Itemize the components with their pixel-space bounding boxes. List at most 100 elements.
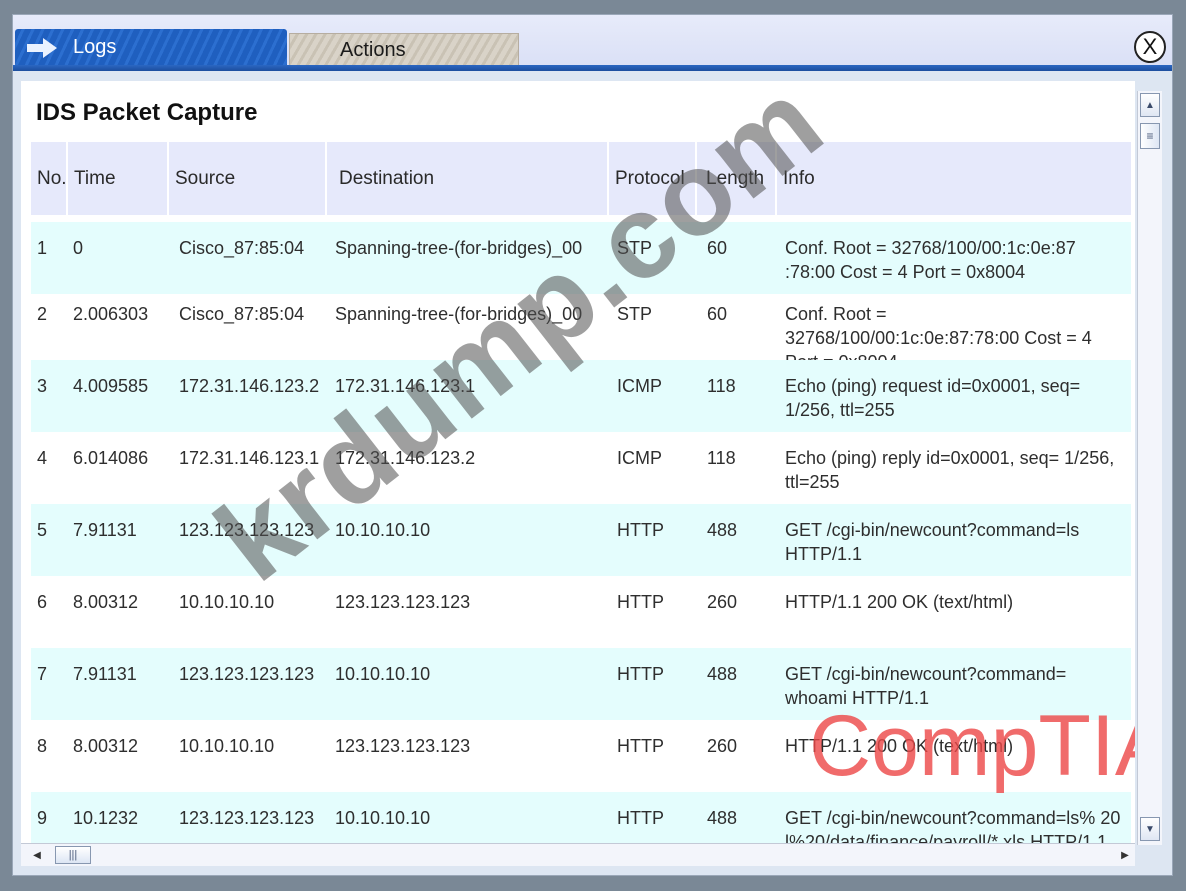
capture-panel: IDS Packet Capture No. Time Source Desti… <box>21 81 1135 843</box>
scroll-down-icon[interactable]: ▼ <box>1140 817 1160 841</box>
cell-time: 4.009585 <box>73 376 149 396</box>
cell-time: 7.91131 <box>73 664 137 684</box>
column-header-length[interactable]: Length <box>697 142 777 215</box>
cell-time: 8.00312 <box>73 736 139 756</box>
cell-source: 10.10.10.10 <box>179 592 275 612</box>
cell-source: Cisco_87:85:04 <box>179 304 305 324</box>
cell-length: 260 <box>707 736 738 756</box>
column-header-info[interactable]: Info <box>777 142 1131 215</box>
scroll-left-icon[interactable]: ◀ <box>27 846 47 864</box>
cell-length: 60 <box>707 238 728 258</box>
scroll-right-icon[interactable]: ▶ <box>1115 846 1135 864</box>
cell-no: 7 <box>37 664 48 684</box>
table-row[interactable]: 6 8.00312 10.10.10.10 123.123.123.123 HTTP 26… <box>31 576 1131 648</box>
cell-source: 123.123.123.123 <box>179 664 315 684</box>
cell-time: 2.006303 <box>73 304 149 324</box>
cell-destination: 172.31.146.123.2 <box>335 448 476 468</box>
cell-destination: 10.10.10.10 <box>335 808 431 828</box>
cell-protocol: HTTP <box>617 808 664 828</box>
cell-info: GET /cgi-bin/newcount?command=ls HTTP/1.… <box>785 520 1080 564</box>
page-title: IDS Packet Capture <box>36 99 258 126</box>
table-row[interactable]: 4 6.014086 172.31.146.123.1 172.31.146.123.… <box>31 432 1131 504</box>
table-row[interactable]: 1 0 Cisco_87:85:04 Spanning-tree-(for-bridg… <box>31 222 1131 294</box>
cell-protocol: STP <box>617 304 653 324</box>
cell-destination: 10.10.10.10 <box>335 664 431 684</box>
cell-info: Conf. Root = 32768/100/00:1c:0e:87 :78:0… <box>785 238 1076 282</box>
cell-length: 488 <box>707 808 738 828</box>
cell-no: 8 <box>37 736 48 756</box>
cell-info: Conf. Root = 32768/100/00:1c:0e:87:78:00… <box>785 304 1092 372</box>
cell-source: 123.123.123.123 <box>179 808 315 828</box>
tab-actions[interactable]: Actions <box>289 33 519 66</box>
cell-protocol: ICMP <box>617 448 662 468</box>
column-header-source[interactable]: Source <box>169 142 327 215</box>
cell-info: HTTP/1.1 200 OK (text/html) <box>785 592 1014 612</box>
cell-destination: Spanning-tree-(for-bridges)_00 <box>335 238 583 258</box>
horizontal-scrollbar[interactable]: ◀ ||| ▶ <box>21 843 1135 866</box>
cell-time: 7.91131 <box>73 520 137 540</box>
cell-destination: 123.123.123.123 <box>335 592 471 612</box>
cell-no: 3 <box>37 376 48 396</box>
cell-length: 118 <box>707 376 736 396</box>
cell-length: 118 <box>707 448 736 468</box>
cell-destination: 10.10.10.10 <box>335 520 431 540</box>
cell-no: 9 <box>37 808 48 828</box>
table-row[interactable]: 8 8.00312 10.10.10.10 123.123.123.123 HTTP 26… <box>31 720 1131 792</box>
cell-info: GET /cgi-bin/newcount?command= whoami HT… <box>785 664 1067 708</box>
cell-info: Echo (ping) request id=0x0001, seq= 1/25… <box>785 376 1081 420</box>
cell-length: 488 <box>707 520 738 540</box>
tab-logs[interactable]: Logs <box>15 29 287 67</box>
cell-time: 6.014086 <box>73 448 149 468</box>
cell-time: 0 <box>73 238 84 258</box>
cell-no: 4 <box>37 448 48 468</box>
cell-protocol: HTTP <box>617 520 664 540</box>
scroll-up-icon[interactable]: ▲ <box>1140 93 1160 117</box>
horizontal-scroll-thumb[interactable]: ||| <box>55 846 91 864</box>
tab-strip: Logs Actions X <box>13 15 1172 71</box>
table-row[interactable]: 2 2.006303 Cisco_87:85:04 Spanning-tree-(fo… <box>31 288 1131 372</box>
cell-length: 60 <box>707 304 728 324</box>
tab-underline <box>13 65 1172 71</box>
cell-destination: Spanning-tree-(for-bridges)_00 <box>335 304 583 324</box>
cell-source: 172.31.146.123.1 <box>179 448 320 468</box>
column-header-no[interactable]: No. <box>31 142 68 215</box>
cell-info: HTTP/1.1 200 OK (text/html) <box>785 736 1014 756</box>
cell-source: 123.123.123.123 <box>179 520 315 540</box>
cell-info: Echo (ping) reply id=0x0001, seq= 1/256,… <box>785 448 1115 492</box>
cell-protocol: STP <box>617 238 653 258</box>
vertical-scroll-thumb[interactable]: ≡ <box>1140 123 1160 149</box>
cell-protocol: HTTP <box>617 664 664 684</box>
close-icon: X <box>1142 34 1158 59</box>
cell-source: 10.10.10.10 <box>179 736 275 756</box>
cell-destination: 172.31.146.123.1 <box>335 376 476 396</box>
column-header-time[interactable]: Time <box>68 142 169 215</box>
cell-protocol: ICMP <box>617 376 662 396</box>
cell-no: 2 <box>37 304 48 324</box>
cell-no: 5 <box>37 520 48 540</box>
column-header-protocol[interactable]: Protocol <box>609 142 697 215</box>
cell-source: Cisco_87:85:04 <box>179 238 305 258</box>
cell-no: 6 <box>37 592 48 612</box>
close-button[interactable]: X <box>1134 31 1166 63</box>
cell-protocol: HTTP <box>617 592 664 612</box>
cell-length: 260 <box>707 592 738 612</box>
table-row[interactable]: 5 7.91131 123.123.123.123 10.10.10.10 HTTP 48… <box>31 504 1131 576</box>
table-row[interactable]: 3 4.009585 172.31.146.123.2 172.31.146.123.… <box>31 360 1131 432</box>
cell-no: 1 <box>37 238 48 258</box>
table-row[interactable]: 9 10.1232 123.123.123.123 10.10.10.10 HTTP 48… <box>31 792 1131 843</box>
cell-length: 488 <box>707 664 738 684</box>
tab-actions-label: Actions <box>340 38 406 61</box>
cell-protocol: HTTP <box>617 736 664 756</box>
vertical-scrollbar[interactable]: ▲ ≡ ▼ <box>1137 91 1162 845</box>
arrow-right-icon <box>27 38 57 58</box>
logs-window: Logs Actions X IDS Packet Capture No. Ti… <box>12 14 1173 876</box>
cell-destination: 123.123.123.123 <box>335 736 471 756</box>
column-header-destination[interactable]: Destination <box>327 142 609 215</box>
table-row[interactable]: 7 7.91131 123.123.123.123 10.10.10.10 HTTP 48… <box>31 648 1131 720</box>
tab-logs-label: Logs <box>73 35 117 58</box>
cell-source: 172.31.146.123.2 <box>179 376 320 396</box>
cell-info: GET /cgi-bin/newcount?command=ls% 20 l%2… <box>785 808 1121 843</box>
cell-time: 8.00312 <box>73 592 139 612</box>
cell-time: 10.1232 <box>73 808 139 828</box>
table-header: No. Time Source Destination Protocol Len… <box>31 142 1131 215</box>
